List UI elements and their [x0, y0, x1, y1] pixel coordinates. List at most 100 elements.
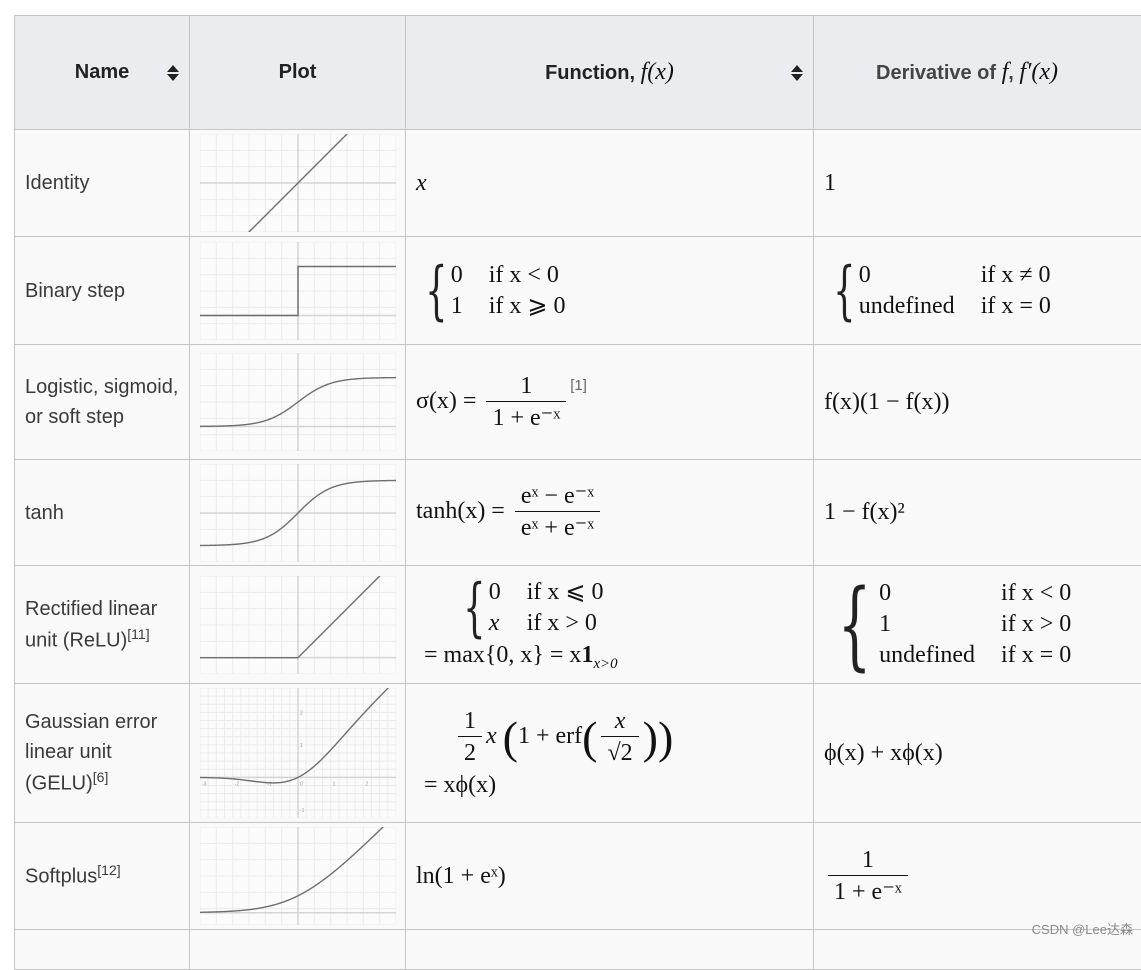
- row-plot: [190, 823, 406, 930]
- denominator: 1 + e⁻ˣ: [486, 401, 566, 433]
- function-formula: x: [416, 170, 427, 196]
- sort-icon[interactable]: [791, 64, 803, 82]
- function-formula: { 0if x < 0 1if x ⩾ 0: [416, 259, 566, 323]
- case-value: undefined: [879, 641, 975, 670]
- row-name-label: Logistic, sigmoid, or soft step: [25, 376, 178, 428]
- column-header-derivative-label: Derivative of: [876, 62, 1002, 84]
- row-derivative: f(x)(1 − f(x)): [814, 345, 1141, 460]
- row-name: Binary step: [15, 237, 190, 345]
- row-plot: [190, 345, 406, 460]
- row-plot: [190, 130, 406, 237]
- row-name-label: Softplus: [25, 866, 97, 888]
- reference-link[interactable]: [1]: [570, 377, 587, 394]
- fraction: 11 + e⁻ˣ: [486, 372, 566, 433]
- left-brace: {: [463, 576, 485, 640]
- function-formula: { 0if x ⩽ 0 xif x > 0 = max{0, x} = x1x>…: [416, 576, 803, 674]
- watermark: CSDN @Lee达森: [1032, 919, 1133, 938]
- activation-functions-table: Name Plot Function, f(x) Derivative of f…: [14, 15, 1141, 970]
- row-function: x: [406, 130, 814, 237]
- formula-line2: = xϕ(x): [424, 772, 496, 798]
- x-tick-label: 1: [333, 781, 336, 787]
- column-header-name[interactable]: Name: [15, 16, 190, 130]
- right-paren: )): [643, 712, 674, 763]
- denominator: 1 + e⁻ˣ: [828, 875, 908, 907]
- row-name-label: Rectified linear unit (ReLU): [25, 598, 157, 652]
- formula-x: x: [486, 723, 497, 749]
- row-derivative: 1 − f(x)²: [814, 460, 1141, 566]
- row-name-label: Identity: [25, 172, 89, 194]
- table-header-row: Name Plot Function, f(x) Derivative of f…: [15, 16, 1141, 130]
- row-derivative: { 0if x ≠ 0 undefinedif x = 0: [814, 237, 1141, 345]
- case-condition: if x = 0: [1001, 641, 1071, 670]
- derivative-formula: 11 + e⁻ˣ: [828, 846, 908, 907]
- row-name: Gaussian error linear unit (GELU)[6]: [15, 684, 190, 823]
- reference-link[interactable]: [6]: [93, 769, 109, 785]
- y-tick-label: -1: [300, 808, 305, 814]
- sort-icon[interactable]: [167, 64, 179, 82]
- row-name-label: Binary step: [25, 280, 125, 302]
- column-header-derivative-math: f′(x): [1019, 59, 1058, 85]
- case-condition: if x ⩾ 0: [489, 292, 566, 321]
- row-plot: [190, 930, 406, 970]
- row-derivative: ϕ(x) + xϕ(x): [814, 684, 1141, 823]
- row-name: tanh: [15, 460, 190, 566]
- row-derivative: 11 + e⁻ˣ: [814, 823, 1141, 930]
- x-tick-label: -2: [235, 781, 240, 787]
- formula-inner: 1 + erf: [518, 723, 582, 749]
- left-paren: (: [503, 712, 518, 763]
- function-formula: σ(x) = 11 + e⁻ˣ[1]: [416, 388, 587, 414]
- row-function: [406, 930, 814, 970]
- numerator: 1: [856, 846, 880, 875]
- column-header-function-math: f(x): [641, 59, 674, 85]
- table-row: Logistic, sigmoid, or soft step σ(x) = 1…: [15, 345, 1141, 460]
- function-formula: tanh(x) = eˣ − e⁻ˣeˣ + e⁻ˣ: [416, 498, 604, 524]
- derivative-formula: 1: [824, 170, 836, 196]
- derivative-formula: { 0if x ≠ 0 undefinedif x = 0: [824, 259, 1051, 323]
- y-tick-label: 2: [300, 710, 303, 716]
- row-derivative: { 0if x < 0 1if x > 0 undefinedif x = 0: [814, 566, 1141, 684]
- case-value: x: [489, 609, 501, 638]
- function-formula: 12x (1 + erf(x√2)) = xϕ(x): [416, 707, 803, 799]
- plot-relu: [200, 576, 396, 674]
- row-function: { 0if x < 0 1if x ⩾ 0: [406, 237, 814, 345]
- x-tick-label: 0: [300, 781, 303, 787]
- denominator: eˣ + e⁻ˣ: [515, 511, 600, 543]
- table-row: Identity x 1: [15, 130, 1141, 237]
- x-tick-label: 2: [365, 781, 368, 787]
- row-derivative: 1: [814, 130, 1141, 237]
- table-row: Softplus[12] ln(1 + eˣ) 11 + e⁻ˣ: [15, 823, 1141, 930]
- table-row: tanh tanh(x) = eˣ − e⁻ˣeˣ + e⁻ˣ 1 − f(x)…: [15, 460, 1141, 566]
- column-header-plot-label: Plot: [279, 61, 317, 83]
- derivative-formula: ϕ(x) + xϕ(x): [824, 740, 943, 766]
- plot-gelu: -3-2-10123-112: [200, 688, 396, 818]
- row-name-label: tanh: [25, 502, 64, 524]
- formula-lhs: σ(x) =: [416, 388, 476, 414]
- row-function: tanh(x) = eˣ − e⁻ˣeˣ + e⁻ˣ: [406, 460, 814, 566]
- case-value: 0: [489, 578, 501, 607]
- column-header-function-label: Function,: [545, 62, 641, 84]
- column-header-name-label: Name: [75, 61, 129, 83]
- column-header-derivative-sep: ,: [1008, 62, 1019, 84]
- numerator: x: [609, 707, 632, 736]
- denominator: √2: [601, 736, 638, 768]
- fraction-inner: x√2: [601, 707, 638, 768]
- reference-link[interactable]: [12]: [97, 862, 120, 878]
- column-header-function[interactable]: Function, f(x): [406, 16, 814, 130]
- fraction: eˣ − e⁻ˣeˣ + e⁻ˣ: [515, 482, 600, 543]
- case-condition: if x < 0: [1001, 579, 1071, 608]
- case-value: undefined: [859, 292, 955, 321]
- row-plot: [190, 460, 406, 566]
- reference-link[interactable]: [11]: [127, 626, 149, 642]
- plot-identity: [200, 134, 396, 232]
- plot-softplus: [200, 827, 396, 925]
- row-name: Softplus[12]: [15, 823, 190, 930]
- plot-binary-step: [200, 242, 396, 340]
- left-paren: (: [582, 712, 597, 763]
- indicator-subscript: x>0: [593, 656, 617, 672]
- case-value: 1: [451, 292, 463, 321]
- formula-line2: = max{0, x} = x: [424, 642, 581, 668]
- row-function: 12x (1 + erf(x√2)) = xϕ(x): [406, 684, 814, 823]
- table-row: Rectified linear unit (ReLU)[11] { 0if x…: [15, 566, 1141, 684]
- case-value: 1: [879, 610, 975, 639]
- denominator: 2: [458, 736, 482, 768]
